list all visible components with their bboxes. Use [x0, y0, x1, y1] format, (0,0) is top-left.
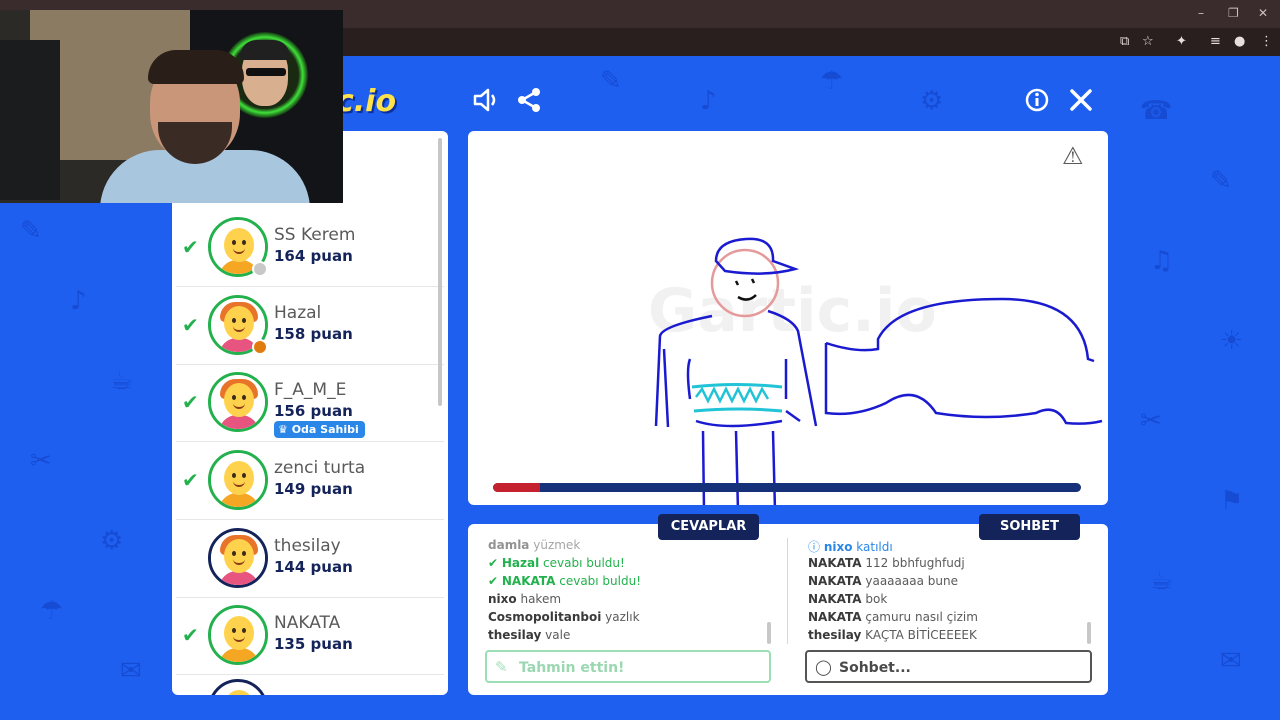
check-icon: ✔	[182, 235, 199, 259]
drawing-canvas[interactable]: Gartic.io	[468, 131, 1108, 505]
status-dot	[252, 261, 268, 277]
avatar	[208, 605, 268, 665]
restore-button[interactable]: ❐	[1228, 6, 1239, 20]
answers-message: Cosmopolitanboi yazlık	[488, 610, 640, 624]
report-warning-icon[interactable]: ⚠	[1062, 142, 1084, 170]
player-list: ✔ SS Kerem 164 puan ✔ Hazal 158 puan ✔ F_A_M_E 1…	[172, 131, 448, 695]
player-name: SS Kerem	[274, 225, 356, 245]
check-icon: ✔	[182, 390, 199, 414]
chat-message: thesilay KAÇTA BİTİCEEEEK	[808, 628, 977, 642]
avatar	[208, 450, 268, 510]
status-dot	[252, 339, 268, 355]
player-row[interactable]: thesilay 144 puan	[176, 520, 444, 598]
avatar	[208, 372, 268, 432]
guess-input-box[interactable]: ✎	[485, 650, 771, 683]
player-points: 156 puan	[274, 402, 353, 420]
player-points: 149 puan	[274, 480, 353, 498]
timer-progress-fill	[493, 483, 541, 492]
player-row[interactable]: ✔ F_A_M_E 156 puan ♛ Oda Sahibi	[176, 364, 444, 442]
tab-chat[interactable]: SOHBET	[979, 514, 1080, 540]
player-row[interactable]: ✔ SS Kerem 164 puan	[176, 209, 444, 287]
window-close-button[interactable]: ✕	[1258, 6, 1268, 20]
check-icon: ✔	[182, 313, 199, 337]
canvas-watermark: Gartic.io	[648, 276, 937, 346]
avatar	[208, 679, 268, 695]
info-icon[interactable]	[1024, 86, 1050, 121]
answers-message: ✔ NAKATA cevabı buldu!	[488, 574, 642, 588]
media-icon[interactable]: ≡	[1210, 34, 1221, 49]
check-icon: ✔	[182, 623, 199, 647]
speaker-icon[interactable]	[472, 86, 500, 121]
answers-message: ✔ Hazal cevabı buldu!	[488, 556, 625, 570]
info-icon: ⓘ	[808, 540, 824, 554]
answers-message: damla yüzmek	[488, 538, 581, 552]
drawing: Gartic.io	[648, 237, 1103, 505]
player-row[interactable]: ✔ NAKATA 135 puan	[176, 597, 444, 675]
player-name: thesilay	[274, 536, 341, 556]
player-points: 164 puan	[274, 247, 353, 265]
chat-scrollbar[interactable]	[1087, 622, 1091, 644]
tab-answers[interactable]: CEVAPLAR	[658, 514, 759, 540]
chat-message: ⓘ nixo katıldı	[808, 540, 893, 554]
close-icon[interactable]	[1068, 86, 1094, 121]
share-icon[interactable]	[516, 86, 542, 121]
player-name: Hazal	[274, 303, 322, 323]
check-icon: ✔	[182, 468, 199, 492]
chat-input-box[interactable]: ◯	[805, 650, 1092, 683]
player-points: 144 puan	[274, 558, 353, 576]
chat-message: NAKATA çamuru nasıl çizim	[808, 610, 978, 624]
star-icon[interactable]: ☆	[1142, 34, 1154, 49]
minimize-button[interactable]: –	[1198, 6, 1204, 20]
answers-message: nixo hakem	[488, 592, 562, 606]
chat-message: NAKATA yaaaaaaa bune	[808, 574, 958, 588]
player-points: 135 puan	[274, 635, 353, 653]
player-points: 158 puan	[274, 325, 353, 343]
chat-input[interactable]	[839, 656, 1079, 680]
pencil-icon: ✎	[495, 658, 508, 676]
player-row[interactable]: ✔ Hazal 158 puan	[176, 287, 444, 365]
crown-icon: ♛	[278, 423, 292, 436]
check-icon: ✔	[488, 556, 502, 570]
profile-icon[interactable]: ●	[1234, 34, 1245, 49]
chat-message: NAKATA bok	[808, 592, 888, 606]
player-row[interactable]: ✔ zenci turta 149 puan	[176, 442, 444, 520]
cast-icon[interactable]: ⧉	[1120, 34, 1129, 49]
chat-message: NAKATA 112 bbhfughfudj	[808, 556, 965, 570]
timer-progress-bar	[493, 483, 1081, 492]
avatar	[208, 528, 268, 588]
column-divider	[787, 538, 788, 644]
answers-scrollbar[interactable]	[767, 622, 771, 644]
room-owner-badge: ♛ Oda Sahibi	[274, 421, 365, 438]
gartic-logo: c.io	[336, 84, 397, 119]
extensions-icon[interactable]: ✦	[1176, 34, 1187, 49]
webcam-overlay	[0, 10, 343, 203]
guess-input[interactable]	[519, 656, 759, 680]
player-name: zenci turta	[274, 458, 366, 478]
player-name: F_A_M_E	[274, 380, 347, 400]
check-icon: ✔	[488, 574, 502, 588]
player-list-scrollbar[interactable]	[438, 138, 442, 406]
menu-icon[interactable]: ⋮	[1260, 34, 1273, 49]
player-name: NAKATA	[274, 613, 341, 633]
answers-message: thesilay vale	[488, 628, 571, 642]
chat-bubble-icon: ◯	[815, 658, 832, 676]
